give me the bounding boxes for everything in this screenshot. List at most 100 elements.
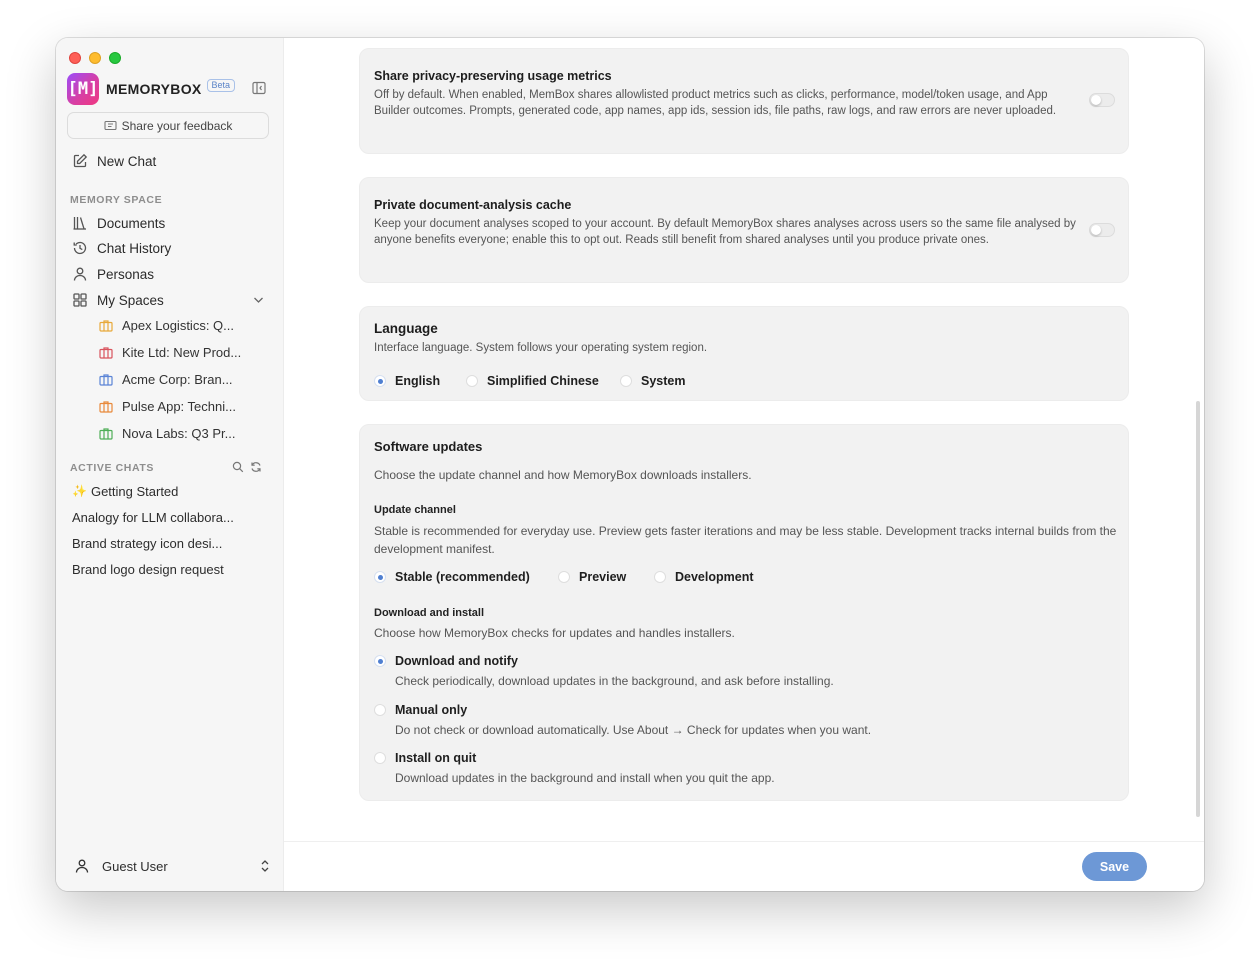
space-item[interactable]: Apex Logistics: Q... [99, 316, 234, 334]
language-description: Interface language. System follows your … [374, 342, 708, 354]
sidebar-item-label: Personas [97, 266, 155, 282]
sidebar-item-label: Chat History [97, 240, 172, 256]
install-option-on-quit[interactable]: Install on quit [374, 751, 476, 765]
briefcase-icon [99, 427, 113, 440]
chat-item[interactable]: Analogy for LLM collabora... [72, 508, 234, 526]
updates-description: Choose the update channel and how Memory… [374, 468, 752, 482]
settings-panel: Share privacy-preserving usage metrics O… [284, 38, 1204, 891]
radio-icon [466, 375, 478, 387]
user-menu[interactable]: Guest User [74, 858, 270, 874]
sidebar: [M] MEMORYBOX Beta Share your feedback N… [56, 38, 284, 891]
chevron-down-icon[interactable] [253, 296, 264, 304]
grid-icon [73, 293, 87, 307]
radio-selected-icon [374, 571, 386, 583]
download-install-title: Download and install [374, 607, 485, 619]
memory-space-heading: MEMORY SPACE [70, 194, 163, 206]
radio-icon [620, 375, 632, 387]
install-option-description: Download updates in the background and i… [395, 771, 775, 785]
option-label: Simplified Chinese [487, 374, 599, 388]
chat-item[interactable]: ✨ Getting Started [72, 482, 178, 500]
install-option-download-notify[interactable]: Download and notify [374, 654, 518, 668]
cache-card: Private document-analysis cache Keep you… [359, 177, 1129, 283]
language-option-system[interactable]: System [620, 374, 685, 388]
scrollbar[interactable] [1196, 401, 1200, 817]
sparkle-icon: ✨ [72, 484, 87, 498]
books-icon [73, 217, 86, 230]
briefcase-icon [99, 346, 113, 359]
sidebar-item-label: Documents [97, 215, 166, 231]
save-button[interactable]: Save [1082, 852, 1147, 881]
minimize-window-button[interactable] [89, 52, 101, 64]
metrics-title: Share privacy-preserving usage metrics [374, 69, 612, 83]
space-item[interactable]: Pulse App: Techni... [99, 397, 236, 415]
brand: [M] MEMORYBOX Beta [67, 73, 236, 105]
cache-title: Private document-analysis cache [374, 198, 572, 212]
new-chat-label: New Chat [97, 153, 157, 169]
cache-description: Keep your document analyses scoped to yo… [374, 218, 1076, 246]
option-label: Development [675, 570, 754, 584]
chat-label: Analogy for LLM collabora... [72, 509, 234, 525]
active-chats-heading: ACTIVE CHATS [70, 462, 155, 474]
chat-item[interactable]: Brand logo design request [72, 560, 224, 578]
active-chats-actions [232, 461, 262, 473]
option-label: Manual only [395, 703, 468, 717]
person-icon [73, 267, 87, 281]
download-install-description: Choose how MemoryBox checks for updates … [374, 626, 735, 640]
history-icon [73, 241, 87, 255]
new-chat-button[interactable]: New Chat [72, 151, 156, 171]
space-label: Apex Logistics: Q... [122, 317, 234, 333]
close-window-button[interactable] [69, 52, 81, 64]
collapse-sidebar-icon[interactable] [252, 81, 266, 95]
sidebar-item-chat-history[interactable]: Chat History [72, 238, 171, 258]
zoom-window-button[interactable] [109, 52, 121, 64]
radio-icon [654, 571, 666, 583]
space-label: Acme Corp: Bran... [122, 371, 233, 387]
refresh-icon[interactable] [250, 461, 262, 473]
install-option-description: Do not check or download automatically. … [395, 723, 872, 737]
updates-title: Software updates [374, 439, 483, 454]
chat-item[interactable]: Brand strategy icon desi... [72, 534, 222, 552]
footer-divider [284, 841, 1204, 842]
cache-toggle[interactable] [1089, 223, 1115, 237]
option-label: Stable (recommended) [395, 570, 530, 584]
space-label: Nova Labs: Q3 Pr... [122, 425, 236, 441]
sidebar-item-my-spaces[interactable]: My Spaces [72, 290, 164, 310]
space-label: Kite Ltd: New Prod... [122, 344, 242, 360]
new-chat-icon [73, 153, 88, 168]
briefcase-icon [99, 319, 113, 332]
channel-option-stable[interactable]: Stable (recommended) [374, 570, 530, 584]
language-card: Language Interface language. System foll… [359, 306, 1129, 401]
update-channel-title: Update channel [374, 504, 456, 516]
chat-label: Getting Started [90, 483, 179, 499]
briefcase-icon [99, 373, 113, 386]
app-name: MEMORYBOX [106, 81, 202, 97]
channel-option-preview[interactable]: Preview [558, 570, 626, 584]
app-window: [M] MEMORYBOX Beta Share your feedback N… [56, 38, 1204, 891]
sidebar-item-documents[interactable]: Documents [72, 213, 165, 233]
briefcase-icon [99, 400, 113, 413]
channel-option-development[interactable]: Development [654, 570, 754, 584]
metrics-description: Off by default. When enabled, MemBox sha… [374, 89, 1057, 117]
chat-label: Brand logo design request [72, 561, 224, 577]
sidebar-item-personas[interactable]: Personas [72, 264, 154, 284]
radio-icon [558, 571, 570, 583]
space-label: Pulse App: Techni... [122, 398, 236, 414]
chat-label: Brand strategy icon desi... [72, 535, 223, 551]
space-item[interactable]: Nova Labs: Q3 Pr... [99, 424, 235, 442]
language-option-english[interactable]: English [374, 374, 440, 388]
user-name: Guest User [102, 858, 168, 874]
feedback-label: Share your feedback [121, 118, 233, 133]
software-updates-card: Software updates Choose the update chann… [359, 424, 1129, 801]
search-icon[interactable] [232, 461, 244, 473]
install-option-description: Check periodically, download updates in … [395, 674, 834, 688]
app-logo: [M] [67, 73, 99, 105]
space-item[interactable]: Acme Corp: Bran... [99, 370, 233, 388]
language-title: Language [374, 321, 438, 336]
install-option-manual[interactable]: Manual only [374, 703, 467, 717]
radio-selected-icon [374, 375, 386, 387]
metrics-toggle[interactable] [1089, 93, 1115, 107]
space-item[interactable]: Kite Ltd: New Prod... [99, 343, 241, 361]
feedback-button[interactable]: Share your feedback [67, 112, 269, 139]
language-option-simplified-chinese[interactable]: Simplified Chinese [466, 374, 599, 388]
sidebar-item-label: My Spaces [97, 292, 164, 308]
